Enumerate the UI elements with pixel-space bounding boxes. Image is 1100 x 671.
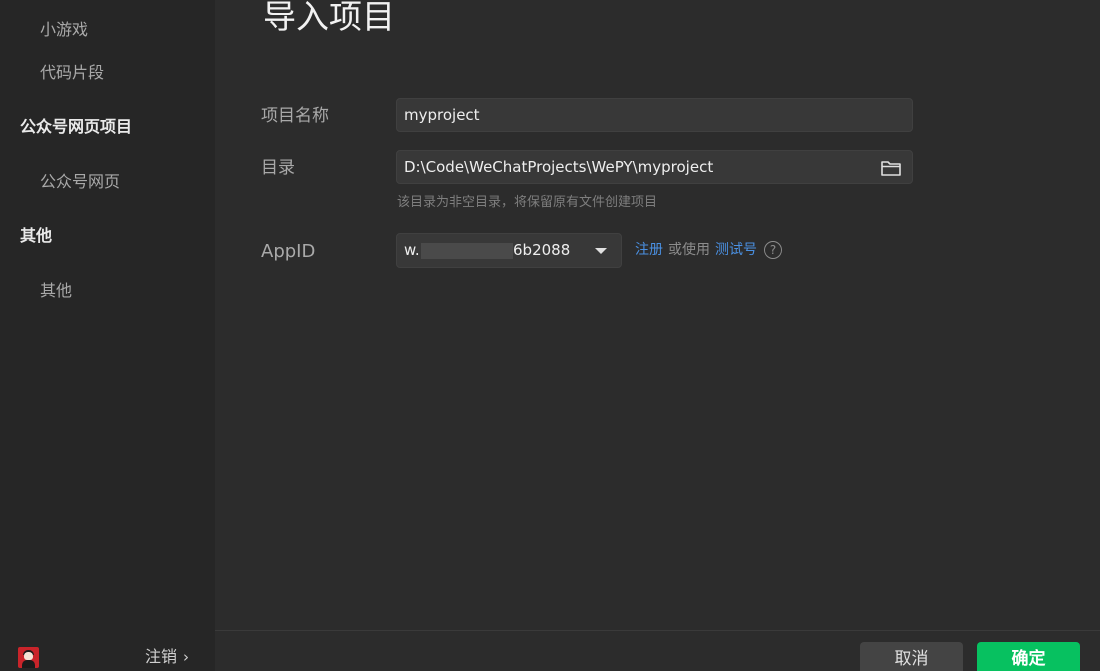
appid-suffix: 6b2088	[513, 241, 571, 259]
logout-label: 注销	[145, 647, 178, 666]
folder-icon[interactable]	[880, 159, 902, 177]
chevron-right-icon: ›	[183, 648, 190, 666]
sidebar: 小游戏 代码片段 公众号网页项目 公众号网页 其他 其他 注销 ›	[0, 0, 215, 671]
register-link[interactable]: 注册	[635, 240, 663, 260]
avatar-body	[22, 660, 35, 668]
appid-select[interactable]: w. 6b2088	[396, 233, 622, 268]
caret-down-icon	[595, 248, 607, 254]
sidebar-group-other: 其他	[20, 226, 53, 245]
cancel-button[interactable]: 取消	[860, 642, 963, 671]
sidebar-item-other[interactable]: 其他	[40, 281, 72, 301]
directory-value: D:\Code\WeChatProjects\WePY\myproject	[404, 158, 714, 176]
footer-divider	[215, 630, 1100, 631]
appid-label: AppID	[261, 241, 316, 262]
logout-button[interactable]: 注销 ›	[145, 646, 189, 668]
directory-label: 目录	[261, 158, 295, 178]
sidebar-group-oa-web-project: 公众号网页项目	[20, 117, 133, 136]
sidebar-item-oa-webpage[interactable]: 公众号网页	[40, 172, 120, 192]
sidebar-item-code-snippet[interactable]: 代码片段	[40, 63, 104, 83]
confirm-button[interactable]: 确定	[977, 642, 1080, 671]
appid-redaction	[421, 243, 513, 259]
sidebar-footer: 注销 ›	[0, 643, 215, 671]
import-project-window: 小游戏 代码片段 公众号网页项目 公众号网页 其他 其他 注销 › 导入项目 项目…	[0, 0, 1100, 671]
project-name-label: 项目名称	[261, 106, 329, 126]
sidebar-item-minigame[interactable]: 小游戏	[40, 20, 88, 40]
test-account-link[interactable]: 测试号	[715, 240, 757, 260]
page-title: 导入项目	[263, 0, 395, 36]
avatar[interactable]	[18, 647, 39, 668]
avatar-face	[24, 652, 33, 660]
main-panel: 导入项目 项目名称 目录 D:\Code\WeChatProjects\WePY…	[215, 0, 1100, 671]
help-icon[interactable]: ?	[764, 241, 782, 259]
project-name-input[interactable]	[396, 98, 913, 132]
directory-input[interactable]: D:\Code\WeChatProjects\WePY\myproject	[396, 150, 913, 184]
appid-actions: 注册 或使用 测试号 ?	[635, 240, 782, 260]
directory-hint: 该目录为非空目录，将保留原有文件创建项目	[397, 195, 658, 210]
appid-prefix: w.	[404, 241, 420, 259]
or-use-text: 或使用	[668, 242, 710, 258]
